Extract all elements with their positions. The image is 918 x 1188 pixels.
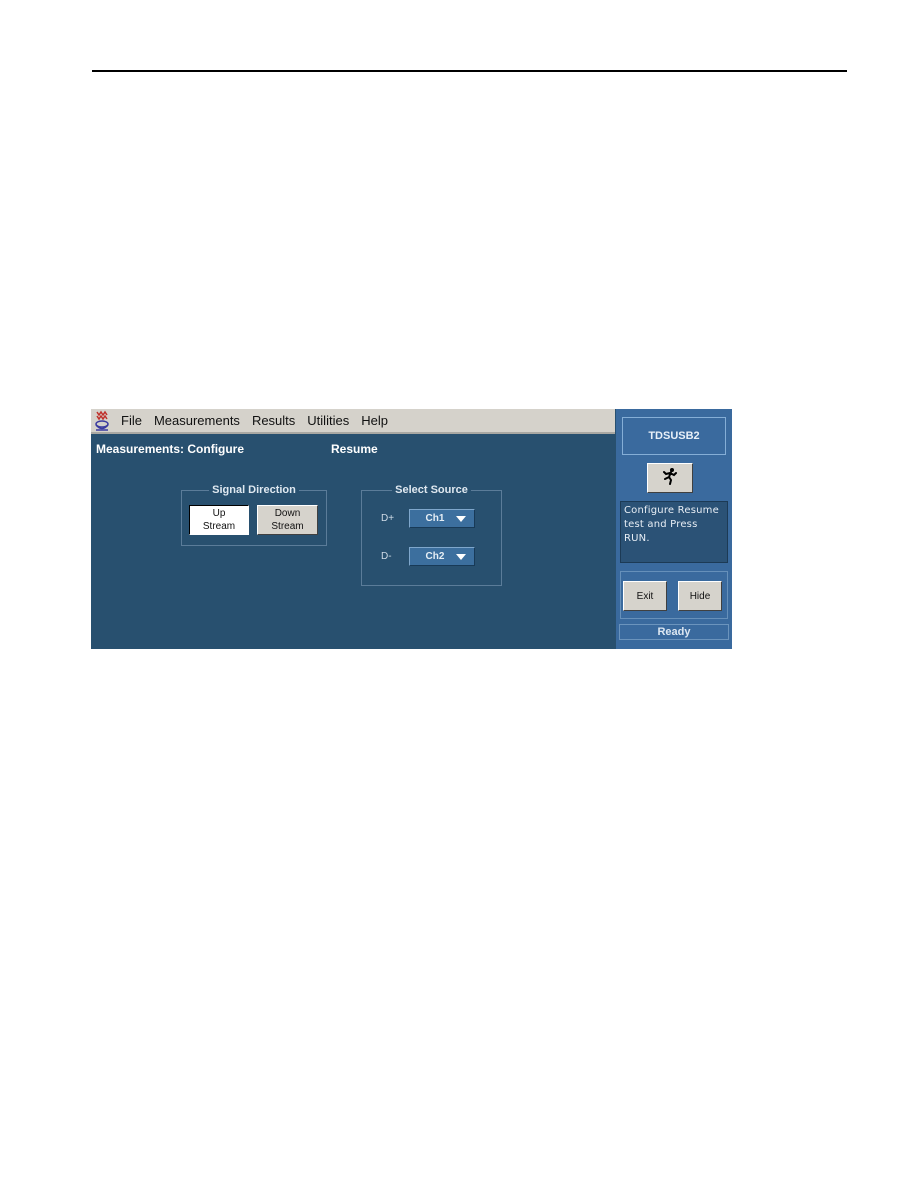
- exit-button[interactable]: Exit: [623, 581, 667, 611]
- d-minus-source-select[interactable]: Ch2: [409, 547, 475, 566]
- hide-button[interactable]: Hide: [678, 581, 722, 611]
- up-stream-label-1: Up: [212, 508, 226, 519]
- status-bar: Ready: [619, 624, 729, 640]
- chevron-down-icon: [456, 553, 466, 560]
- app-window: File Measurements Results Utilities Help…: [91, 409, 732, 649]
- down-stream-button[interactable]: Down Stream: [257, 505, 318, 535]
- app-logo-icon[interactable]: [93, 410, 111, 432]
- running-man-icon: [662, 467, 678, 489]
- down-stream-label-1: Down: [274, 508, 301, 519]
- d-minus-source-value: Ch2: [425, 551, 445, 562]
- d-plus-source-select[interactable]: Ch1: [409, 509, 475, 528]
- menu-measurements[interactable]: Measurements: [148, 413, 246, 428]
- page-header-rule: [92, 70, 847, 72]
- menu-file[interactable]: File: [115, 413, 148, 428]
- chevron-down-icon: [456, 515, 466, 522]
- d-minus-label: D-: [381, 551, 392, 562]
- up-stream-label-2: Stream: [202, 521, 236, 532]
- select-source-group: Select Source: [361, 484, 502, 586]
- menu-help[interactable]: Help: [355, 413, 394, 428]
- menu-utilities[interactable]: Utilities: [301, 413, 355, 428]
- signal-direction-legend: Signal Direction: [212, 484, 296, 496]
- menu-bar: File Measurements Results Utilities Help: [91, 409, 615, 434]
- product-name: TDSUSB2: [622, 417, 726, 455]
- measurement-name: Resume: [331, 442, 378, 456]
- page-title: Measurements: Configure: [96, 442, 245, 456]
- select-source-legend: Select Source: [395, 484, 468, 496]
- down-stream-label-2: Stream: [271, 521, 304, 532]
- d-plus-label: D+: [381, 513, 395, 524]
- up-stream-button[interactable]: Up Stream: [189, 505, 249, 535]
- menu-results[interactable]: Results: [246, 413, 301, 428]
- control-panel: TDSUSB2 Configure Resume test and Press …: [616, 409, 732, 649]
- run-button[interactable]: [647, 463, 693, 493]
- d-plus-source-value: Ch1: [425, 513, 445, 524]
- status-message: Configure Resume test and Press RUN.: [620, 501, 728, 563]
